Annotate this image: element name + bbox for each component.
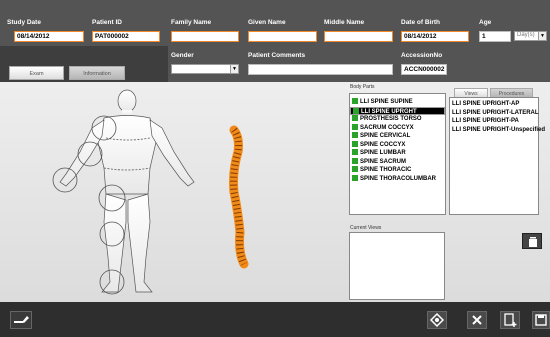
views-list[interactable]: LLI SPINE UPRIGHT-AP LLI SPINE UPRIGHT-LA…	[449, 97, 545, 215]
body-part-item[interactable]: SPINE SACRUM	[350, 157, 445, 167]
body-part-item[interactable]: SPINE COCCYX	[350, 140, 445, 150]
accession-no-label: AccessionNo	[401, 52, 443, 59]
view-item[interactable]: LLI SPINE UPRIGHT-Unspecified	[450, 126, 545, 135]
current-views-label: Current Views	[350, 225, 382, 231]
body-part-item[interactable]: SPINE THORACIC	[350, 166, 445, 175]
middle-name-field[interactable]	[324, 31, 393, 42]
body-parts-label: Body Parts	[350, 84, 375, 90]
tab-exam[interactable]: Exam	[9, 66, 64, 80]
view-item[interactable]: LLI SPINE UPRIGHT-LATERAL	[450, 109, 539, 118]
body-part-item[interactable]: SPINE THORACOLUMBAR	[350, 174, 445, 184]
age-label: Age	[479, 19, 492, 26]
accession-no-field[interactable]: ACCN000002	[401, 64, 447, 75]
body-part-label: SACRUM COCCYX	[360, 124, 414, 131]
body-part-label: SPINE SACRUM	[360, 158, 407, 165]
study-date-field[interactable]: 08/14/2012	[14, 31, 84, 42]
edit-icon	[14, 316, 29, 323]
family-name-field[interactable]	[171, 31, 239, 42]
add-image-icon	[504, 313, 517, 327]
body-part-label: LLI SPINE SUPINE	[360, 99, 413, 105]
checkbox-icon[interactable]	[352, 157, 358, 164]
chevron-down-icon: ▼	[230, 65, 238, 73]
checkbox-icon[interactable]	[352, 115, 358, 121]
view-item[interactable]: LLI SPINE UPRIGHT-PA	[450, 117, 538, 126]
date-of-birth-field[interactable]: 08/14/2012	[401, 31, 469, 42]
tab-information[interactable]: Information	[69, 66, 125, 80]
save-icon	[535, 314, 547, 326]
spine-diagram	[229, 125, 249, 269]
save-button[interactable]	[532, 311, 550, 329]
body-part-label: SPINE CERVICAL	[360, 133, 411, 139]
delete-view-button[interactable]	[522, 233, 542, 249]
body-part-item[interactable]: SPINE LUMBAR	[350, 149, 445, 158]
body-parts-list[interactable]: LLI SPINE SUPINE LLI SPINE UPRGHT PROSTHES…	[349, 93, 446, 215]
given-name-field[interactable]	[248, 31, 317, 42]
family-name-label: Family Name	[171, 19, 212, 26]
checkbox-icon[interactable]	[352, 132, 358, 138]
body-diagram	[52, 89, 249, 295]
body-part-item[interactable]: PROSTHESIS TORSO	[350, 115, 445, 124]
age-field[interactable]: 1	[479, 31, 511, 42]
trash-icon	[529, 237, 537, 247]
given-name-label: Given Name	[248, 19, 286, 26]
checkbox-icon[interactable]	[352, 174, 358, 181]
body-part-label: SPINE LUMBAR	[360, 150, 406, 156]
study-date-label: Study Date	[7, 19, 41, 26]
age-unit-value: Day(s)	[517, 32, 535, 38]
add-image-button[interactable]	[500, 311, 520, 329]
gender-label: Gender	[171, 52, 194, 59]
human-figure	[59, 89, 195, 293]
exposure-button[interactable]	[427, 311, 447, 329]
patient-id-label: Patient ID	[92, 19, 122, 26]
exposure-icon	[429, 312, 445, 328]
body-part-label: SPINE THORACOLUMBAR	[360, 175, 436, 182]
body-part-item[interactable]: LLI SPINE UPRGHT	[350, 106, 445, 115]
patient-id-field[interactable]: PAT000002	[92, 31, 160, 42]
date-of-birth-label: Date of Birth	[401, 19, 440, 26]
checkbox-icon[interactable]	[352, 166, 358, 172]
close-button[interactable]	[467, 311, 487, 329]
checkbox-icon[interactable]	[352, 98, 358, 104]
checkbox-icon[interactable]	[352, 123, 358, 130]
current-views-list[interactable]	[349, 232, 445, 300]
checkbox-icon[interactable]	[353, 107, 359, 114]
chevron-down-icon: ▼	[538, 32, 546, 40]
body-part-item[interactable]: SACRUM COCCYX	[350, 123, 445, 133]
age-unit-select[interactable]: Day(s) ▼	[514, 31, 547, 41]
body-part-item[interactable]: SPINE CERVICAL	[350, 132, 445, 141]
gender-select[interactable]: ▼	[171, 64, 239, 74]
edit-button[interactable]	[10, 311, 32, 329]
body-part-label: PROSTHESIS TORSO	[360, 116, 422, 122]
body-part-label: SPINE THORACIC	[360, 167, 412, 173]
body-part-label: SPINE COCCYX	[360, 141, 406, 148]
body-part-label: LLI SPINE UPRGHT	[361, 108, 417, 115]
patient-comments-label: Patient Comments	[248, 52, 306, 59]
body-part-item[interactable]: LLI SPINE SUPINE	[350, 98, 445, 107]
checkbox-icon[interactable]	[352, 140, 358, 147]
middle-name-label: Middle Name	[324, 19, 365, 26]
patient-comments-field[interactable]	[248, 64, 393, 75]
view-item[interactable]: LLI SPINE UPRIGHT-AP	[450, 100, 538, 109]
checkbox-icon[interactable]	[352, 149, 358, 155]
close-icon	[472, 315, 482, 325]
